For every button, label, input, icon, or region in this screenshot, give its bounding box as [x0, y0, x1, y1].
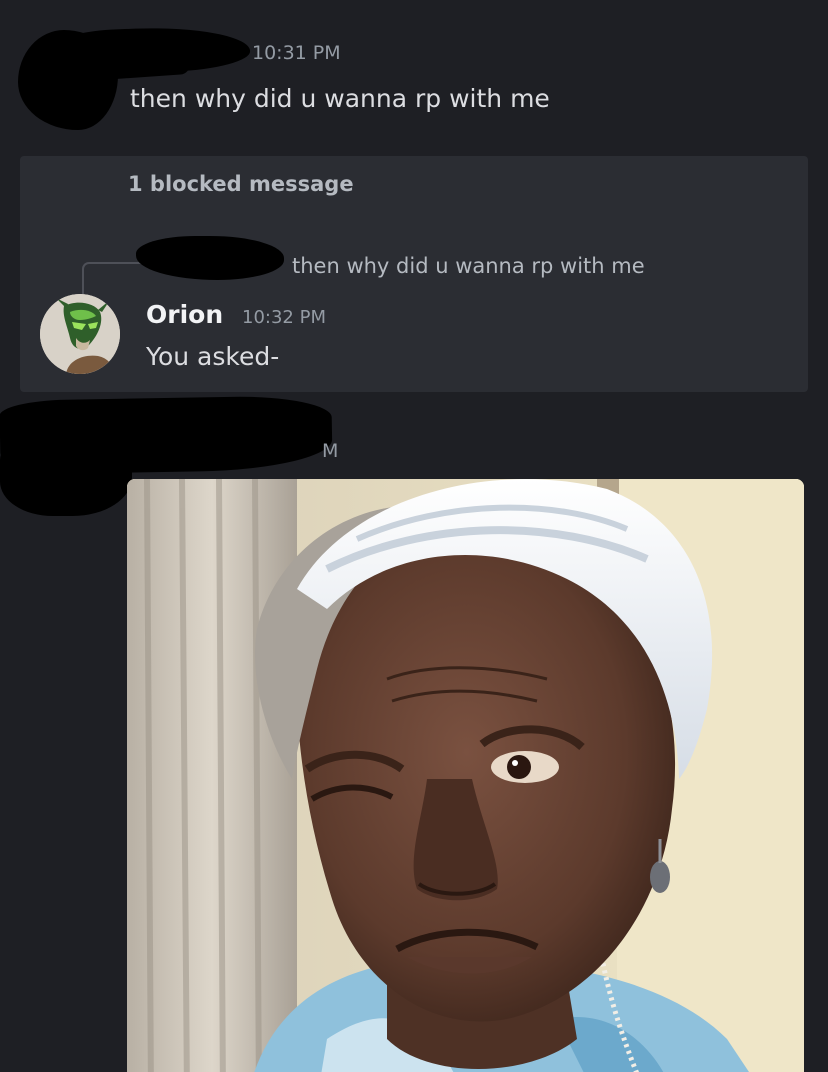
chat-view: 10:31 PM then why did u wanna rp with me…: [0, 0, 828, 1072]
message-timestamp: 10:31 PM: [252, 42, 341, 64]
reply-connector: [82, 262, 144, 294]
avatar[interactable]: [40, 294, 120, 374]
blocked-message-toggle[interactable]: 1 blocked message: [128, 172, 354, 196]
message-timestamp-fragment: M: [322, 440, 339, 462]
reply-preview-text[interactable]: then why did u wanna rp with me: [292, 254, 645, 278]
image-attachment[interactable]: [127, 479, 804, 1072]
redacted-avatar: [0, 430, 132, 516]
message-text: then why did u wanna rp with me: [130, 84, 550, 113]
redacted-reply-author: [136, 236, 284, 280]
message-1: 10:31 PM then why did u wanna rp with me: [0, 0, 828, 150]
reaction-photo: [127, 479, 804, 1072]
avatar-image: [40, 294, 120, 374]
author-name[interactable]: Orion: [146, 300, 223, 329]
message-text: You asked-: [146, 342, 280, 371]
blocked-messages-box: 1 blocked message then why did u wanna r…: [20, 156, 808, 392]
message-timestamp: 10:32 PM: [242, 307, 326, 328]
